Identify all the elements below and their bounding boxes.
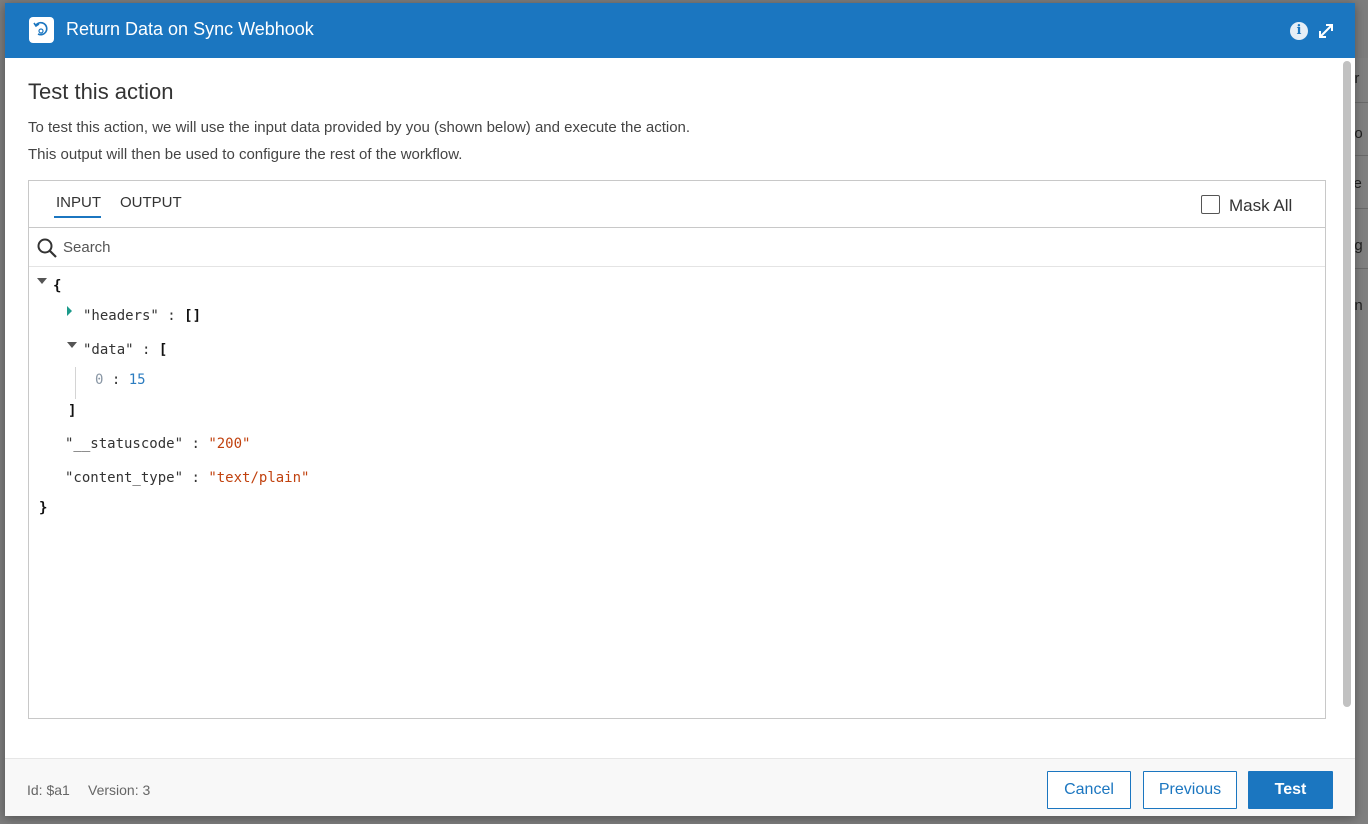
previous-button[interactable]: Previous (1143, 771, 1237, 809)
expand-icon[interactable] (1317, 22, 1335, 40)
description-line-2: This output will then be used to configu… (28, 146, 463, 163)
json-key: "data" (83, 342, 134, 358)
collapse-data-toggle[interactable] (67, 342, 77, 348)
description-line-1: To test this action, we will use the inp… (28, 119, 691, 136)
action-id: Id: $a1 (27, 782, 70, 798)
json-colon: : (191, 470, 200, 486)
json-colon: : (167, 308, 176, 324)
search-input[interactable] (63, 235, 663, 259)
json-value: [] (184, 308, 202, 324)
expand-headers-toggle[interactable] (67, 306, 72, 316)
search-bar (29, 227, 1325, 267)
active-tab-indicator (54, 216, 101, 218)
test-action-modal: Return Data on Sync Webhook i Test this … (5, 3, 1355, 816)
test-button[interactable]: Test (1248, 771, 1333, 809)
json-colon: : (142, 342, 151, 358)
tab-input[interactable]: INPUT (56, 194, 101, 211)
json-key: "content_type" (65, 470, 184, 486)
json-number-value: 15 (128, 372, 146, 388)
json-row-statuscode: "__statuscode" : "200" (65, 436, 250, 452)
json-bracket: [ (158, 342, 168, 358)
json-colon: : (111, 372, 121, 388)
modal-footer: Id: $a1 Version: 3 Cancel Previous Test (5, 758, 1355, 816)
action-version: Version: 3 (88, 782, 151, 798)
workflow-icon (29, 17, 54, 43)
json-close-bracket: ] (68, 403, 77, 419)
json-string-value: "text/plain" (208, 470, 310, 486)
info-icon[interactable]: i (1290, 22, 1308, 40)
mask-all-checkbox[interactable] (1201, 195, 1220, 214)
search-icon (36, 237, 58, 259)
json-close-brace: } (39, 500, 48, 516)
modal-scrollbar[interactable] (1343, 61, 1351, 707)
json-row-data: "data" : [ (83, 342, 167, 358)
json-row-data-item: 0 : 15 (95, 372, 146, 388)
modal-title: Return Data on Sync Webhook (66, 19, 314, 39)
json-index: 0 (95, 372, 104, 388)
json-key: "__statuscode" (65, 436, 184, 452)
tab-output[interactable]: OUTPUT (120, 194, 182, 211)
indent-guide (75, 367, 76, 399)
cancel-button[interactable]: Cancel (1047, 771, 1131, 809)
modal-header: Return Data on Sync Webhook i (5, 3, 1355, 58)
json-colon: : (191, 436, 200, 452)
json-row-headers: "headers" : [] (83, 308, 201, 324)
json-row-content-type: "content_type" : "text/plain" (65, 470, 309, 486)
mask-all-label[interactable]: Mask All (1229, 196, 1292, 216)
json-open-brace: { (53, 278, 62, 294)
collapse-root-toggle[interactable] (37, 278, 47, 284)
json-string-value: "200" (208, 436, 251, 452)
section-title: Test this action (28, 79, 174, 104)
json-key: "headers" (83, 308, 159, 324)
